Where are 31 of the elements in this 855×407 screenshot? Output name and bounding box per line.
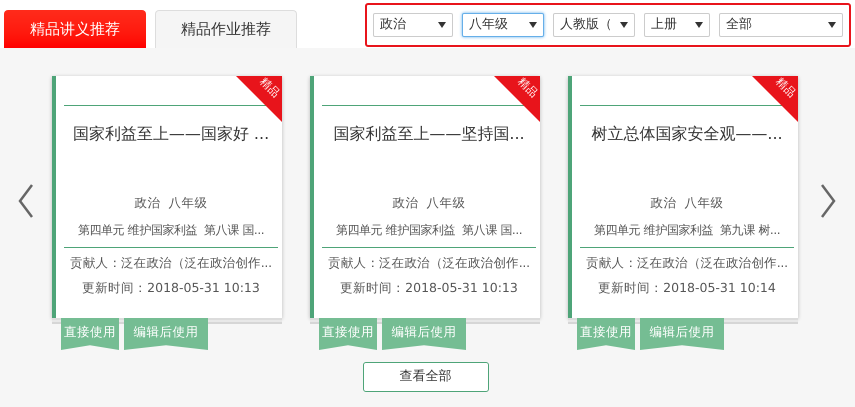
dropdown[interactable]: 政治: [373, 13, 453, 37]
card-subject: 政治 八年级: [134, 194, 208, 212]
badge-label: 精品: [516, 76, 540, 100]
card-title: 国家利益至上——坚持国...: [332, 123, 526, 145]
dropdown[interactable]: 八年级: [462, 13, 544, 37]
card-chapter: 第四单元 维护国家利益 第八课 国...: [334, 222, 524, 239]
tab[interactable]: 精品讲义推荐: [4, 10, 146, 48]
caret-icon: [695, 22, 703, 28]
caret-icon: [529, 22, 537, 28]
tab[interactable]: 精品作业推荐: [155, 10, 297, 48]
card-contributor: 贡献人：泛在政治（泛在政治创作...: [69, 254, 273, 272]
card-title: 树立总体国家安全观——...: [590, 123, 784, 145]
card-title: 国家利益至上——国家好 ...: [72, 123, 270, 145]
caret-icon: [620, 22, 628, 28]
view-all-button[interactable]: 查看全部: [362, 362, 488, 392]
card-updated: 更新时间：2018-05-31 10:14: [597, 278, 777, 296]
dropdown[interactable]: 人教版（: [553, 13, 635, 37]
card-subject: 政治 八年级: [650, 194, 724, 212]
dropdown[interactable]: 上册: [644, 13, 710, 37]
caret-icon: [438, 22, 446, 28]
dropdown[interactable]: 全部: [719, 13, 843, 37]
card-updated: 更新时间：2018-05-31 10:13: [81, 278, 261, 296]
caret-icon: [828, 22, 836, 28]
badge-label: 精品: [258, 76, 282, 100]
card-chapter: 第四单元 维护国家利益 第九课 树...: [592, 222, 782, 239]
card-contributor: 贡献人：泛在政治（泛在政治创作...: [585, 254, 789, 272]
card-updated: 更新时间：2018-05-31 10:13: [339, 278, 519, 296]
card-subject: 政治 八年级: [392, 194, 466, 212]
card-chapter: 第四单元 维护国家利益 第八课 国...: [76, 222, 266, 239]
badge-label: 精品: [774, 76, 798, 100]
card-contributor: 贡献人：泛在政治（泛在政治创作...: [327, 254, 531, 272]
